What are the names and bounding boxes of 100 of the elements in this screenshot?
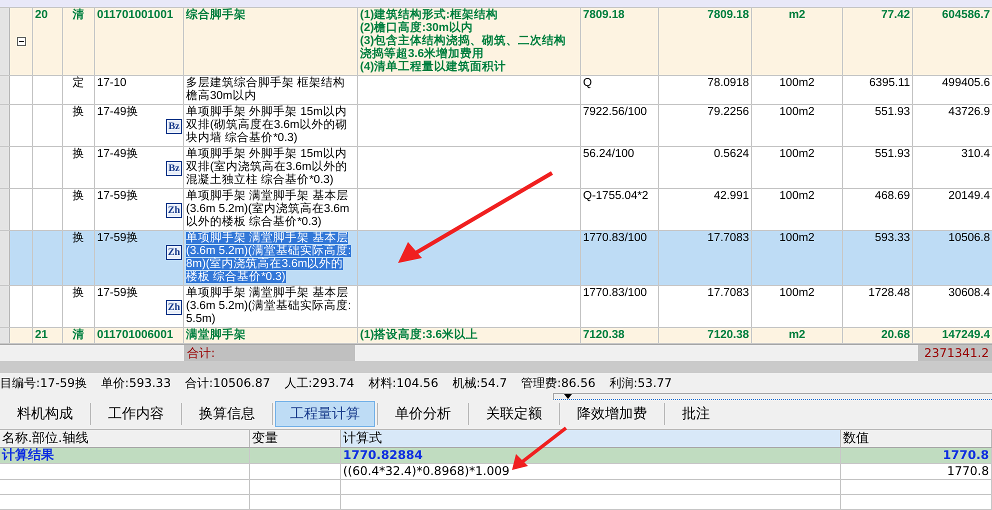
unit-cell: 100m2 (752, 231, 843, 285)
expression-cell: 7809.18 (581, 8, 659, 75)
unit-cell: 100m2 (752, 76, 843, 104)
quantity-cell: 79.2256 (659, 105, 752, 146)
splitter-bar[interactable] (0, 361, 992, 374)
expression-cell: 1770.83/100 (581, 231, 659, 285)
column-header: 变量 (250, 430, 341, 447)
feature-text: (3)包含主体结构浇捣、砌筑、二次结构浇捣等超3.6米增加费用 (360, 35, 568, 60)
name-cell: 单项脚手架 满堂脚手架 基本层(3.6m 5.2m)(满堂基础实际高度:5.5m) (184, 286, 358, 327)
expression-cell: Q (581, 76, 659, 104)
row-header[interactable] (0, 286, 10, 327)
column-header: 计算式 (341, 430, 841, 447)
row-header[interactable] (0, 76, 10, 104)
quantity-cell: 7120.38 (659, 328, 752, 343)
tab[interactable]: 降效增加费 (562, 401, 662, 428)
table-cell: 计算结果 (0, 448, 250, 463)
conversion-tag: Bz (166, 119, 182, 134)
row-header[interactable] (0, 231, 10, 285)
total-cell-text: 10506.8 (947, 231, 991, 246)
table-row[interactable]: 换 17-59换 Zh 单项脚手架 满堂脚手架 基本层(3.6m 5.2m)(室内浇筑高在3.6m以外的楼板 综合基价*0.3) Q-1755.04*2 42.991 100m2 468.69 20149.4 (0, 189, 992, 231)
unit-cell: 100m2 (752, 189, 843, 230)
total-cell-text: 20149.4 (947, 189, 991, 204)
table-row[interactable]: 换 17-59换 Zh 单项脚手架 满堂脚手架 基本层(3.6m 5.2m)(满堂基础实际高度:8m)(室内浇筑高在3.6m以外的楼板 综合基价*0.3) 1770.83/100 17.7083 100m2 593.33 10506.8 (0, 231, 992, 286)
calc-row[interactable]: 计算结果 1770.82884 1770.8 (0, 448, 992, 464)
quantity-cell: 42.991 (659, 189, 752, 230)
row-header[interactable] (0, 8, 10, 75)
row-number: 21 (33, 328, 63, 343)
expression-cell: 7120.38 (581, 328, 659, 343)
total-cell-text: 147249.4 (941, 328, 991, 343)
name-cell: 单项脚手架 外脚手架 15m以内双排(室内浇筑高在3.6m以外的混凝土独立柱 综合基价*0.3) (184, 147, 358, 188)
price-cell: 593.33 (843, 231, 913, 285)
expression-cell: 56.24/100 (581, 147, 659, 188)
conversion-tag: Zh (166, 245, 182, 260)
code-cell-text: 17-59换 (96, 286, 140, 301)
tab[interactable]: 批注 (667, 401, 725, 428)
calc-row[interactable]: ((60.4*32.4)*0.8968)*1.009 1770.8 (0, 464, 992, 480)
info-text: 人工:293.74 (284, 375, 354, 392)
type-cell: 换 (63, 286, 95, 327)
name-cell: 单项脚手架 满堂脚手架 基本层(3.6m 5.2m)(室内浇筑高在3.6m以外的楼板 综合基价*0.3) (184, 189, 358, 230)
tab[interactable]: 单价分析 (380, 401, 466, 428)
price-cell: 468.69 (843, 189, 913, 230)
unit-cell: 100m2 (752, 286, 843, 327)
collapse-icon[interactable] (16, 37, 26, 46)
dropdown-arrow-icon[interactable] (564, 394, 572, 400)
table-row[interactable]: 换 17-49换 Bz 单项脚手架 外脚手架 15m以内双排(室内浇筑高在3.6m以外的混凝土独立柱 综合基价*0.3) 56.24/100 0.5624 100m2 551.93 310.4 (0, 147, 992, 189)
table-cell: 1770.8 (841, 448, 992, 463)
row-header[interactable] (0, 147, 10, 188)
expression-cell: 7922.56/100 (581, 105, 659, 146)
tab[interactable]: 关联定额 (471, 401, 557, 428)
total-cell-text: 499405.6 (941, 76, 991, 91)
info-text: 机械:54.7 (452, 375, 508, 392)
code-cell-text: 17-49换 (96, 105, 140, 120)
type-cell: 换 (63, 231, 95, 285)
total-label: 合计: (184, 345, 355, 361)
expression-cell: 1770.83/100 (581, 286, 659, 327)
column-header: 名称.部位.轴线 (0, 430, 250, 447)
price-cell: 20.68 (843, 328, 913, 343)
table-row[interactable]: 定 17-10 多层建筑综合脚手架 框架结构檐高30m以内 Q 78.0918 100m2 6395.11 499405.6 (0, 76, 992, 105)
quantity-cell: 17.7083 (659, 231, 752, 285)
row-header[interactable] (0, 105, 10, 146)
row-header[interactable] (0, 189, 10, 230)
feature-text: (2)檐口高度:30m以内 (360, 22, 474, 34)
table-row[interactable]: 20 清 011701001001 综合脚手架 (1)建筑结构形式:框架结构 (2)檐口高度:30m以内 (3)包含主体结构浇捣、砌筑、二次结构浇捣等超3.6米增加费用 (4)清单工程量以建筑面积计 7809.18 7809.18 m2 77.42 604586.7 (0, 8, 992, 76)
arrow (510, 426, 568, 472)
tab[interactable]: 工程量计算 (275, 401, 375, 428)
total-cell-text: 43726.9 (947, 105, 991, 120)
unit-cell: m2 (752, 8, 843, 75)
code-cell-text: 17-59换 (96, 189, 140, 204)
name-cell: 综合脚手架 (184, 8, 358, 75)
column-header: 数值 (841, 430, 992, 447)
code-cell-text: 17-10 (96, 76, 128, 91)
name-cell: 多层建筑综合脚手架 框架结构檐高30m以内 (184, 76, 358, 104)
tab[interactable]: 工作内容 (93, 401, 179, 428)
expression-cell: Q-1755.04*2 (581, 189, 659, 230)
code-cell: 011701001001 (95, 8, 184, 75)
info-text: 管理费:86.56 (521, 375, 596, 392)
price-cell: 551.93 (843, 147, 913, 188)
code-cell-text: 17-49换 (96, 147, 140, 162)
unit-cell: 100m2 (752, 105, 843, 146)
type-cell: 换 (63, 105, 95, 146)
info-text: 目编号:17-59换 (0, 375, 87, 392)
tab[interactable]: 换算信息 (184, 401, 270, 428)
quantity-cell: 0.5624 (659, 147, 752, 188)
table-row[interactable]: 21 清 011701006001 满堂脚手架 (1)搭设高度:3.6米以上 7120.38 7120.38 m2 20.68 147249.4 (0, 328, 992, 344)
feature-text: (1)搭设高度:3.6米以上 (360, 329, 479, 342)
quantity-cell: 17.7083 (659, 286, 752, 327)
name-cell: 单项脚手架 满堂脚手架 基本层(3.6m 5.2m)(满堂基础实际高度:8m)(室内浇筑高在3.6m以外的楼板 综合基价*0.3) (184, 231, 358, 285)
conversion-tag: Bz (166, 161, 182, 176)
total-value: 2371341.2 (918, 345, 992, 361)
conversion-tag: Zh (166, 203, 182, 218)
type-cell: 定 (63, 76, 95, 104)
table-row[interactable]: 换 17-59换 Zh 单项脚手架 满堂脚手架 基本层(3.6m 5.2m)(满堂基础实际高度:5.5m) 1770.83/100 17.7083 100m2 1728.48 30608.4 (0, 286, 992, 328)
row-header[interactable] (0, 328, 10, 343)
table-row[interactable]: 换 17-49换 Bz 单项脚手架 外脚手架 15m以内双排(砌筑高度在3.6m以外的砌块内墙 综合基价*0.3) 7922.56/100 79.2256 100m2 551.93 43726.9 (0, 105, 992, 147)
type-cell: 换 (63, 147, 95, 188)
table-cell: 1770.8 (841, 464, 992, 479)
type-cell: 清 (63, 8, 95, 75)
tab[interactable]: 料机构成 (2, 401, 88, 428)
total-cell-text: 310.4 (960, 147, 991, 162)
price-cell: 6395.11 (843, 76, 913, 104)
